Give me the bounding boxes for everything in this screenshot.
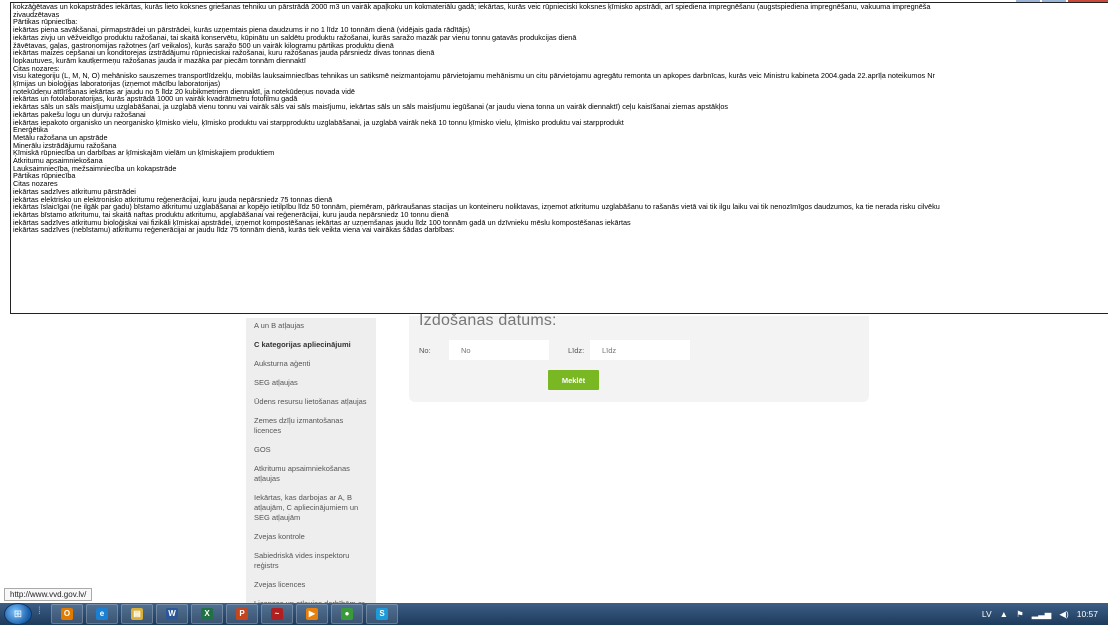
internet-explorer-taskbar-icon: e	[96, 608, 108, 620]
word-taskbar-icon: W	[166, 608, 178, 620]
explorer-taskbar-icon: O	[61, 608, 73, 620]
to-label: Līdz:	[568, 346, 585, 355]
sidebar-nav: A un B atļaujas C kategorijas apliecināju…	[246, 318, 376, 608]
taskbar: ⊞ ⁞ Oe ▤ W X P ~ ▶ ● S LV ▲ ⚑ ▂▃▅ ◀) 10:57	[0, 603, 1108, 625]
sidebar-item[interactable]: Atkritumu apsaimniekošanas atļaujas	[246, 461, 376, 490]
start-button[interactable]: ⊞	[4, 603, 32, 625]
chrome-taskbar-icon: ●	[341, 608, 353, 620]
skype-taskbar-button[interactable]: S	[366, 604, 398, 624]
sidebar-item[interactable]: Ūdens resursu lietošanas atļaujas	[246, 394, 376, 413]
tooltip-line: kokzāģētavas un kokapstrādes iekārtas, k…	[13, 2, 931, 11]
chrome-taskbar-button[interactable]: ●	[331, 604, 363, 624]
tooltip-line: iekārtas iepakoto organisko un neorganis…	[13, 117, 624, 127]
internet-explorer-taskbar-button[interactable]: e	[86, 604, 118, 624]
search-button[interactable]: Meklēt	[548, 370, 599, 390]
sidebar-item[interactable]: Zemes dzīļu izmantošanas licences	[246, 413, 376, 442]
to-date-input[interactable]	[590, 340, 690, 360]
tooltip-line: Pārtikas rūpniecība	[13, 171, 76, 181]
excel-taskbar-button[interactable]: X	[191, 604, 223, 624]
taskbar-apps: Oe ▤ W X P ~ ▶ ● S	[48, 604, 398, 624]
folder-taskbar-icon: ▤	[131, 608, 143, 620]
sidebar-item[interactable]: Sabiedriskā vides inspektoru reģistrs	[246, 548, 376, 577]
powerpoint-taskbar-icon: P	[236, 608, 248, 620]
clock[interactable]: 10:57	[1077, 609, 1098, 619]
taskbar-divider: ⁞	[38, 606, 41, 617]
media-taskbar-icon: ~	[271, 608, 283, 620]
sidebar-item[interactable]: Zvejas licences	[246, 577, 376, 596]
windows-logo-icon: ⊞	[13, 608, 23, 620]
excel-taskbar-icon: X	[201, 608, 213, 620]
tray-expand-icon[interactable]: ▲	[1000, 609, 1008, 619]
skype-taskbar-icon: S	[376, 608, 388, 620]
tooltip-line: Lauksaimniecība, mežsaimniecība un kokap…	[13, 163, 177, 173]
sidebar-item[interactable]: Auksturna aģenti	[246, 356, 376, 375]
sidebar-item[interactable]: C kategorijas apliecinājumi	[246, 337, 376, 356]
from-date-input[interactable]	[449, 340, 549, 360]
sidebar-item[interactable]: GOS	[246, 442, 376, 461]
tooltip-line: Metālu ražošana un apstrāde	[13, 132, 108, 142]
vlc-taskbar-icon: ▶	[306, 608, 318, 620]
sidebar-item[interactable]: Zvejas kontrole	[246, 529, 376, 548]
word-taskbar-button[interactable]: W	[156, 604, 188, 624]
system-tray: LV ▲ ⚑ ▂▃▅ ◀) 10:57	[982, 609, 1108, 620]
issue-date-heading: Izdošanas datums:	[419, 312, 557, 329]
tooltip-line: lopkautuves, kurām kautķermeņu ražošanas…	[13, 55, 306, 65]
action-center-icon[interactable]: ⚑	[1016, 609, 1024, 620]
media-taskbar-button[interactable]: ~	[261, 604, 293, 624]
network-icon[interactable]: ▂▃▅	[1032, 609, 1052, 620]
sidebar-item[interactable]: A un B atļaujas	[246, 318, 376, 337]
tooltip-line: Citas nozares	[13, 179, 58, 189]
volume-icon[interactable]: ◀)	[1059, 609, 1068, 620]
category-tooltip: kokzāģētavas un kokapstrādes iekārtas, k…	[10, 2, 1108, 314]
tooltip-line: Enerģētika	[13, 125, 48, 135]
search-panel: Izdošanas datums: No: Līdz: Meklēt	[409, 312, 869, 402]
tooltip-line: iekārtas sāls un sāls maisījumu uzglabāš…	[13, 102, 729, 112]
powerpoint-taskbar-button[interactable]: P	[226, 604, 258, 624]
tooltip-line: zivaudzētavas	[13, 9, 60, 19]
sidebar-item[interactable]: Iekārtas, kas darbojas ar A, B atļaujām,…	[246, 490, 376, 529]
sidebar-item[interactable]: SEG atļaujas	[246, 375, 376, 394]
folder-taskbar-button[interactable]: ▤	[121, 604, 153, 624]
language-indicator[interactable]: LV	[982, 609, 992, 619]
explorer-taskbar-button[interactable]: O	[51, 604, 83, 624]
tooltip-line: Ķīmiskā rūpniecība un darbības ar ķīmisk…	[13, 148, 275, 158]
from-label: No:	[419, 346, 431, 355]
status-url: http://www.vvd.gov.lv/	[4, 588, 93, 601]
vlc-taskbar-button[interactable]: ▶	[296, 604, 328, 624]
tooltip-line: iekārtas sadzīves (nebīstamu) atkritumu …	[13, 225, 455, 235]
